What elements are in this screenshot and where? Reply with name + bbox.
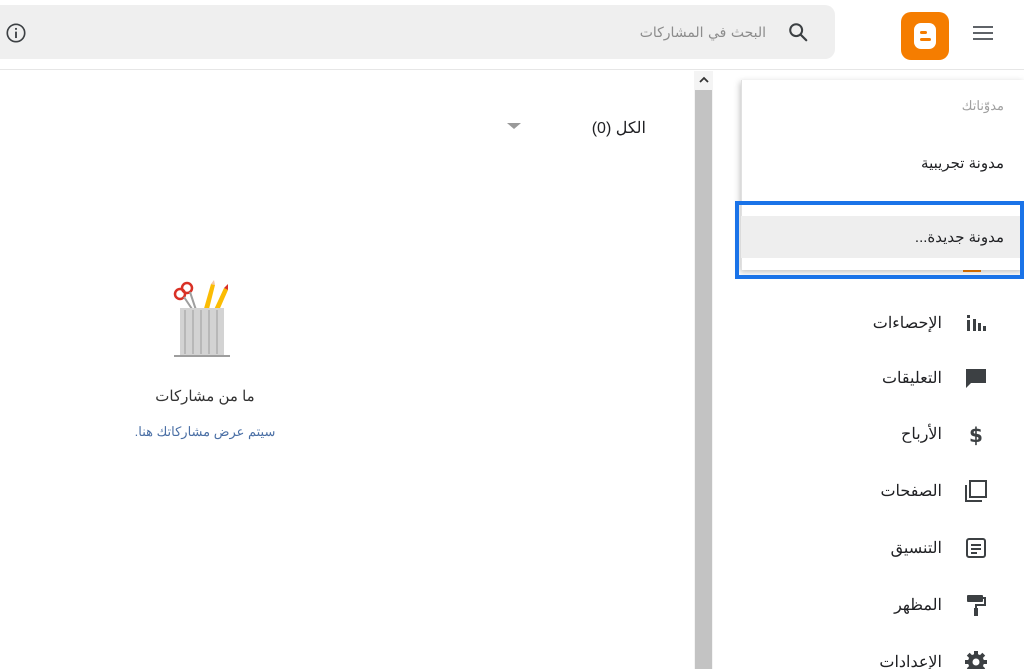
pages-icon [965, 480, 987, 502]
sidebar-item-label: الإعدادات [879, 654, 942, 669]
layout-icon [966, 538, 986, 558]
dollar-icon: $ [969, 423, 983, 446]
sidebar-item-stats[interactable]: الإحصاءات [758, 305, 988, 341]
sidebar-item-label: المظهر [894, 597, 942, 614]
sidebar-item-label: التنسيق [890, 540, 942, 557]
top-bar [0, 0, 1024, 70]
dropdown-header: مدوّناتك [961, 98, 1004, 113]
search-input[interactable] [460, 21, 766, 45]
filter-label: الكل (0) [591, 120, 646, 137]
posts-filter-dropdown[interactable]: الكل (0) [500, 112, 660, 142]
stats-icon [967, 315, 986, 331]
search-bar[interactable] [0, 5, 835, 59]
svg-text:$: $ [969, 423, 983, 446]
sidebar-item-comments[interactable]: التعليقات [758, 360, 988, 396]
hamburger-menu-icon[interactable] [966, 20, 1000, 46]
scroll-up-arrow-icon[interactable] [697, 74, 711, 86]
comments-icon [966, 369, 986, 388]
blog-switcher-dropdown: مدوّناتك مدونة تجريبية مدونة جديدة... [741, 80, 1024, 270]
sidebar-item-pages[interactable]: الصفحات [758, 473, 988, 509]
empty-state-title: ما من مشاركات [155, 388, 255, 405]
sidebar-item-label: الإحصاءات [872, 315, 942, 332]
theme-paint-roller-icon [967, 595, 986, 616]
info-icon[interactable] [5, 22, 27, 44]
blog-item[interactable]: مدونة تجريبية [741, 142, 1024, 184]
sidebar-item-label: الأرباح [901, 426, 942, 443]
blog-item-label: مدونة تجريبية [921, 155, 1004, 172]
sidebar-item-settings[interactable]: الإعدادات [758, 644, 988, 669]
chevron-down-icon [507, 123, 521, 129]
gear-icon [965, 651, 987, 669]
pencil-cup-illustration [173, 280, 230, 357]
sidebar-item-theme[interactable]: المظهر [758, 587, 988, 623]
empty-state-subtitle: سيتم عرض مشاركاتك هنا. [134, 424, 276, 439]
scrollbar-thumb[interactable] [695, 90, 712, 669]
search-icon[interactable] [787, 21, 809, 43]
sidebar-item-label: التعليقات [881, 370, 942, 387]
sidebar-item-earnings[interactable]: $ الأرباح [758, 416, 988, 452]
sidebar-item-layout[interactable]: التنسيق [758, 530, 988, 566]
new-blog-label: مدونة جديدة... [914, 229, 1004, 246]
new-blog-button[interactable]: مدونة جديدة... [741, 216, 1024, 258]
sidebar-item-label: الصفحات [880, 483, 942, 500]
blogger-logo-icon[interactable] [901, 12, 949, 60]
